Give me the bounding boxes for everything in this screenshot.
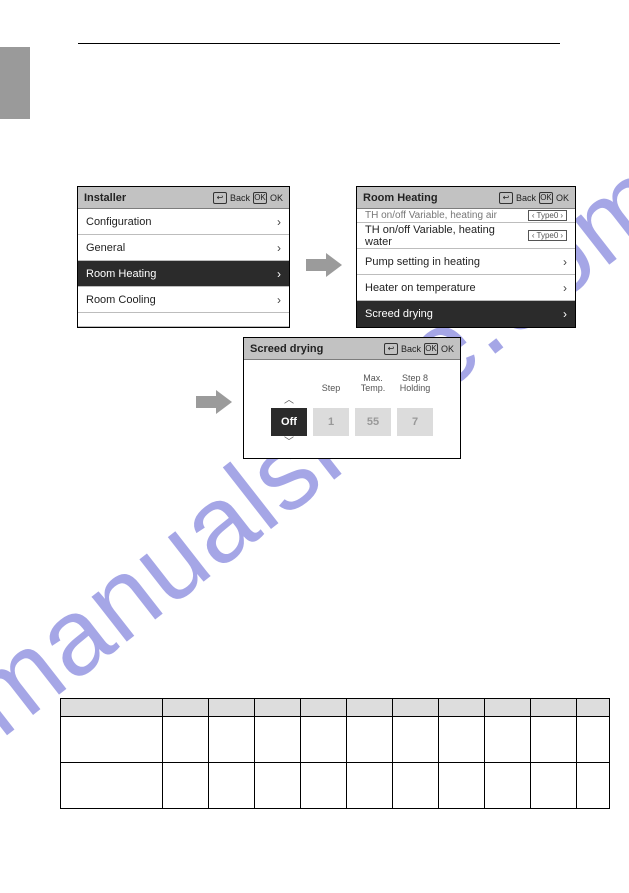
screed-body: Step Max. Temp. Step 8 Holding ︿ Off ﹀ 1… [244,360,460,462]
chevron-right-icon: › [277,241,281,255]
panel-header-installer: Installer ↩ Back OK OK [78,187,289,209]
ok-icon[interactable]: OK [253,192,267,204]
back-label: Back [401,344,421,354]
panel-header-screed: Screed drying ↩ Back OK OK [244,338,460,360]
top-rule [78,43,560,44]
row-label: Configuration [86,216,277,228]
type-badge[interactable]: ‹ Type0 › [528,230,567,241]
col-max-temp: Max. Temp. [355,370,391,394]
chevron-down-icon[interactable]: ﹀ [284,438,294,448]
row-label: TH on/off Variable, heating water [365,224,524,248]
installer-panel: Installer ↩ Back OK OK Configuration › G… [77,186,290,328]
chevron-up-icon[interactable]: ︿ [284,396,294,406]
table-header-row [61,699,610,717]
bottom-table [60,698,610,809]
room-heating-item-pump[interactable]: Pump setting in heating › [357,249,575,275]
off-stepper[interactable]: ︿ Off ﹀ [271,396,307,448]
back-icon[interactable]: ↩ [499,192,513,204]
panel-title: Screed drying [250,343,323,355]
header-actions: ↩ Back OK OK [213,192,283,204]
installer-item-general[interactable]: General › [78,235,289,261]
val-max[interactable]: 55 [355,408,391,436]
panel-title: Installer [84,192,126,204]
val-hold[interactable]: 7 [397,408,433,436]
col-blank [271,370,307,394]
back-icon[interactable]: ↩ [384,343,398,355]
installer-item-partial [78,313,289,327]
chevron-right-icon: › [277,293,281,307]
header-actions: ↩ Back OK OK [384,343,454,355]
arrow-body [306,259,326,271]
chevron-right-icon: › [277,267,281,281]
row-label: General [86,242,277,254]
chevron-right-icon: › [563,281,567,295]
arrow-right-icon [216,390,232,414]
screed-values: ︿ Off ﹀ 1 55 7 [271,396,433,448]
table-row [61,717,610,763]
panel-header-room-heating: Room Heating ↩ Back OK OK [357,187,575,209]
screed-col-labels: Step Max. Temp. Step 8 Holding [271,370,433,394]
arrow-right-icon [326,253,342,277]
ok-icon[interactable]: OK [539,192,553,204]
col-step: Step [313,370,349,394]
header-actions: ↩ Back OK OK [499,192,569,204]
back-label: Back [230,193,250,203]
room-heating-panel: Room Heating ↩ Back OK OK TH on/off Vari… [356,186,576,328]
row-label: Room Heating [86,268,277,280]
room-heating-item-partial-top: TH on/off Variable, heating air ‹ Type0 … [357,209,575,223]
col-step8-holding: Step 8 Holding [397,370,433,394]
chevron-right-icon: › [563,307,567,321]
row-label: TH on/off Variable, heating air [365,210,524,221]
room-heating-item-screed[interactable]: Screed drying › [357,301,575,327]
arrow-body [196,396,216,408]
row-label: Room Cooling [86,294,277,306]
val-step[interactable]: 1 [313,408,349,436]
row-label: Pump setting in heating [365,256,563,268]
room-heating-item-th-water[interactable]: TH on/off Variable, heating water ‹ Type… [357,223,575,249]
page-tab [0,47,30,119]
chevron-right-icon: › [277,215,281,229]
back-label: Back [516,193,536,203]
val-off: Off [271,408,307,436]
row-label: Heater on temperature [365,282,563,294]
installer-item-configuration[interactable]: Configuration › [78,209,289,235]
back-icon[interactable]: ↩ [213,192,227,204]
ok-label: OK [441,344,454,354]
row-label: Screed drying [365,308,563,320]
installer-item-room-cooling[interactable]: Room Cooling › [78,287,289,313]
table-row [61,763,610,809]
room-heating-item-heater-temp[interactable]: Heater on temperature › [357,275,575,301]
ok-icon[interactable]: OK [424,343,438,355]
chevron-right-icon: › [563,255,567,269]
installer-item-room-heating[interactable]: Room Heating › [78,261,289,287]
ok-label: OK [270,193,283,203]
ok-label: OK [556,193,569,203]
type-badge: ‹ Type0 › [528,210,567,221]
panel-title: Room Heating [363,192,438,204]
screed-panel: Screed drying ↩ Back OK OK Step Max. Tem… [243,337,461,459]
